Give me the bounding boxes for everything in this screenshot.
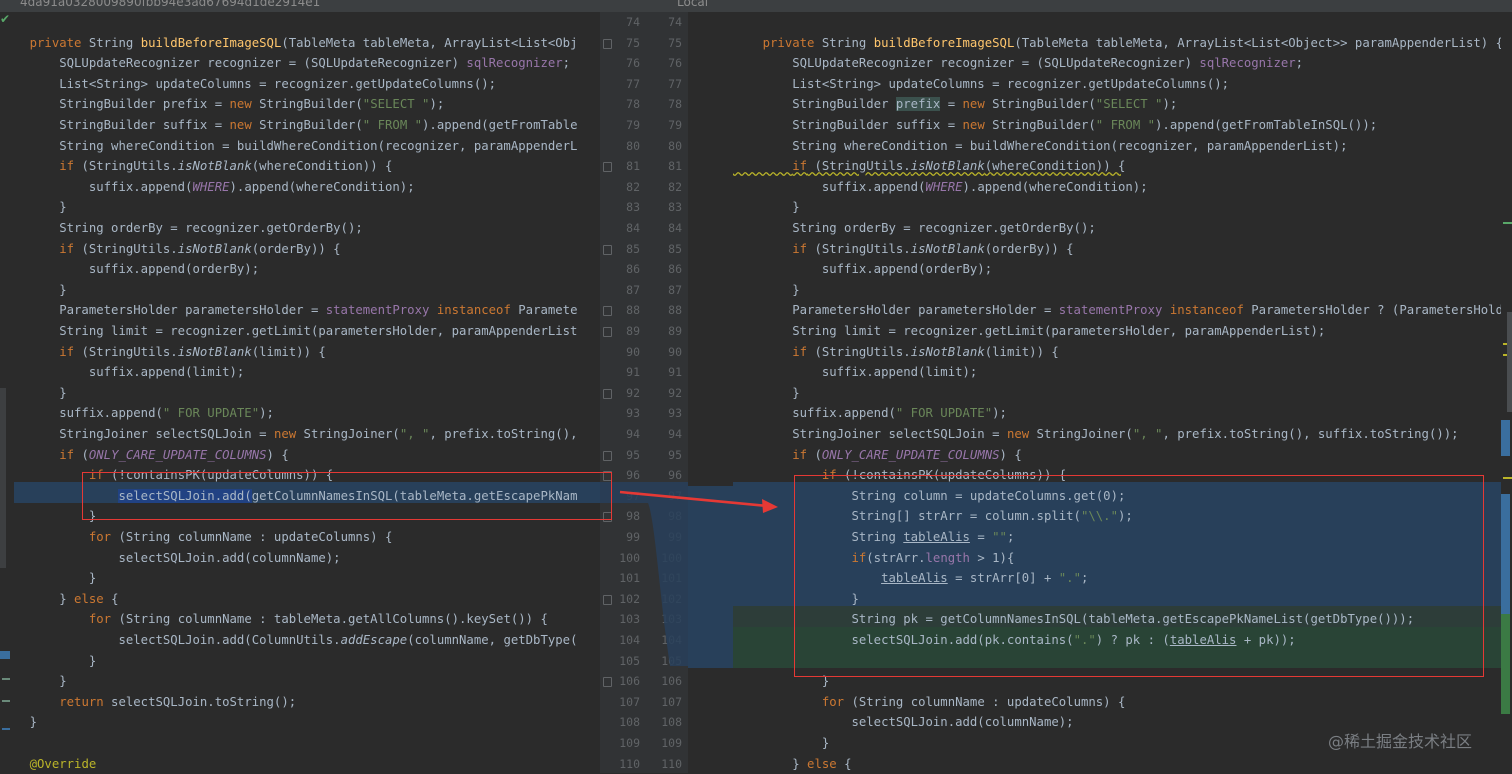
- code-line[interactable]: if (StringUtils.isNotBlank(whereConditio…: [0, 156, 392, 177]
- code-line[interactable]: }: [733, 733, 829, 754]
- right-scrollbar[interactable]: [1501, 12, 1512, 773]
- change-marker: [2, 728, 10, 730]
- diff-title-bar: 4da91a0328009890fbb94e3ad67694d1de2914e1…: [0, 0, 1512, 12]
- code-line[interactable]: } else {: [0, 589, 118, 610]
- right-callout-box: [794, 475, 1484, 677]
- code-line[interactable]: selectSQLJoin.add(columnName);: [733, 712, 1073, 733]
- error-stripe-marker: [1501, 494, 1510, 614]
- code-line[interactable]: if (StringUtils.isNotBlank(limit)) {: [0, 342, 326, 363]
- left-editor-pane[interactable]: private String buildBeforeImageSQL(Table…: [0, 16, 600, 773]
- code-line[interactable]: } else {: [733, 754, 851, 773]
- code-line[interactable]: }: [0, 651, 96, 672]
- code-line[interactable]: List<String> updateColumns = recognizer.…: [0, 74, 496, 95]
- code-line[interactable]: SQLUpdateRecognizer recognizer = (SQLUpd…: [0, 53, 570, 74]
- code-line[interactable]: suffix.append(WHERE).append(whereConditi…: [0, 177, 415, 198]
- code-line[interactable]: String limit = recognizer.getLimit(param…: [0, 321, 577, 342]
- code-line[interactable]: selectSQLJoin.add(columnName);: [0, 548, 340, 569]
- code-line[interactable]: for (String columnName : updateColumns) …: [733, 692, 1126, 713]
- code-line[interactable]: }: [0, 568, 96, 589]
- code-line[interactable]: String whereCondition = buildWhereCondit…: [0, 136, 577, 157]
- code-line[interactable]: for (String columnName : tableMeta.getAl…: [0, 609, 548, 630]
- code-line[interactable]: private String buildBeforeImageSQL(Table…: [0, 33, 578, 54]
- code-line[interactable]: suffix.append(orderBy);: [0, 259, 259, 280]
- code-line[interactable]: if (StringUtils.isNotBlank(orderBy)) {: [0, 239, 340, 260]
- code-line[interactable]: StringJoiner selectSQLJoin = new StringJ…: [0, 424, 577, 445]
- code-line[interactable]: ParametersHolder parametersHolder = stat…: [0, 300, 577, 321]
- code-line[interactable]: if (ONLY_CARE_UPDATE_COLUMNS) {: [733, 445, 1022, 466]
- code-line[interactable]: return selectSQLJoin.toString();: [0, 692, 296, 713]
- code-line[interactable]: StringJoiner selectSQLJoin = new StringJ…: [733, 424, 1458, 445]
- code-line[interactable]: private String buildBeforeImageSQL(Table…: [733, 33, 1501, 54]
- gutter-change-band: [600, 482, 688, 666]
- change-marker: [0, 651, 10, 659]
- code-line[interactable]: @Override: [0, 754, 97, 773]
- code-line[interactable]: }: [733, 280, 799, 301]
- code-line[interactable]: StringBuilder suffix = new StringBuilder…: [0, 115, 577, 136]
- code-line[interactable]: StringBuilder suffix = new StringBuilder…: [733, 115, 1377, 136]
- red-arrow-annotation: [619, 490, 778, 513]
- code-line[interactable]: suffix.append(limit);: [733, 362, 977, 383]
- code-line[interactable]: suffix.append(WHERE).append(whereConditi…: [733, 177, 1148, 198]
- code-line[interactable]: if (StringUtils.isNotBlank(limit)) {: [733, 342, 1059, 363]
- code-line[interactable]: selectSQLJoin.add(ColumnUtils.addEscape(…: [0, 630, 577, 651]
- code-line[interactable]: if (StringUtils.isNotBlank(orderBy)) {: [733, 239, 1073, 260]
- code-line[interactable]: SQLUpdateRecognizer recognizer = (SQLUpd…: [733, 53, 1303, 74]
- change-marker: [2, 678, 10, 680]
- code-line[interactable]: List<String> updateColumns = recognizer.…: [733, 74, 1229, 95]
- change-marker: [0, 388, 6, 568]
- code-line[interactable]: StringBuilder prefix = new StringBuilder…: [733, 94, 1177, 115]
- left-change-markers: [0, 16, 14, 773]
- code-line[interactable]: StringBuilder prefix = new StringBuilder…: [0, 94, 444, 115]
- left-callout-box: [82, 472, 612, 520]
- code-line[interactable]: if (StringUtils.isNotBlank(whereConditio…: [733, 156, 1125, 177]
- commit-hash-label: 4da91a0328009890fbb94e3ad67694d1de2914e1: [20, 0, 321, 9]
- code-line[interactable]: suffix.append(limit);: [0, 362, 244, 383]
- code-line[interactable]: }: [733, 197, 799, 218]
- code-line[interactable]: }: [733, 383, 799, 404]
- code-line[interactable]: String orderBy = recognizer.getOrderBy()…: [0, 218, 363, 239]
- error-stripe-marker: [1501, 420, 1510, 456]
- error-stripe-marker: [1501, 614, 1510, 714]
- watermark-text: @稀土掘金技术社区: [1328, 732, 1473, 751]
- code-line[interactable]: ParametersHolder parametersHolder = stat…: [733, 300, 1501, 321]
- code-line[interactable]: suffix.append(" FOR UPDATE");: [733, 403, 1007, 424]
- code-line[interactable]: String whereCondition = buildWhereCondit…: [733, 136, 1347, 157]
- error-stripe-marker: [1503, 477, 1512, 479]
- code-line[interactable]: suffix.append(orderBy);: [733, 259, 992, 280]
- scrollbar-thumb[interactable]: [1507, 312, 1512, 412]
- error-stripe-marker: [1503, 222, 1512, 224]
- code-line[interactable]: for (String columnName : updateColumns) …: [0, 527, 393, 548]
- code-line[interactable]: suffix.append(" FOR UPDATE");: [0, 403, 274, 424]
- code-line[interactable]: if (ONLY_CARE_UPDATE_COLUMNS) {: [0, 445, 289, 466]
- code-line[interactable]: String orderBy = recognizer.getOrderBy()…: [733, 218, 1096, 239]
- change-marker: [2, 700, 10, 702]
- code-line[interactable]: String limit = recognizer.getLimit(param…: [733, 321, 1325, 342]
